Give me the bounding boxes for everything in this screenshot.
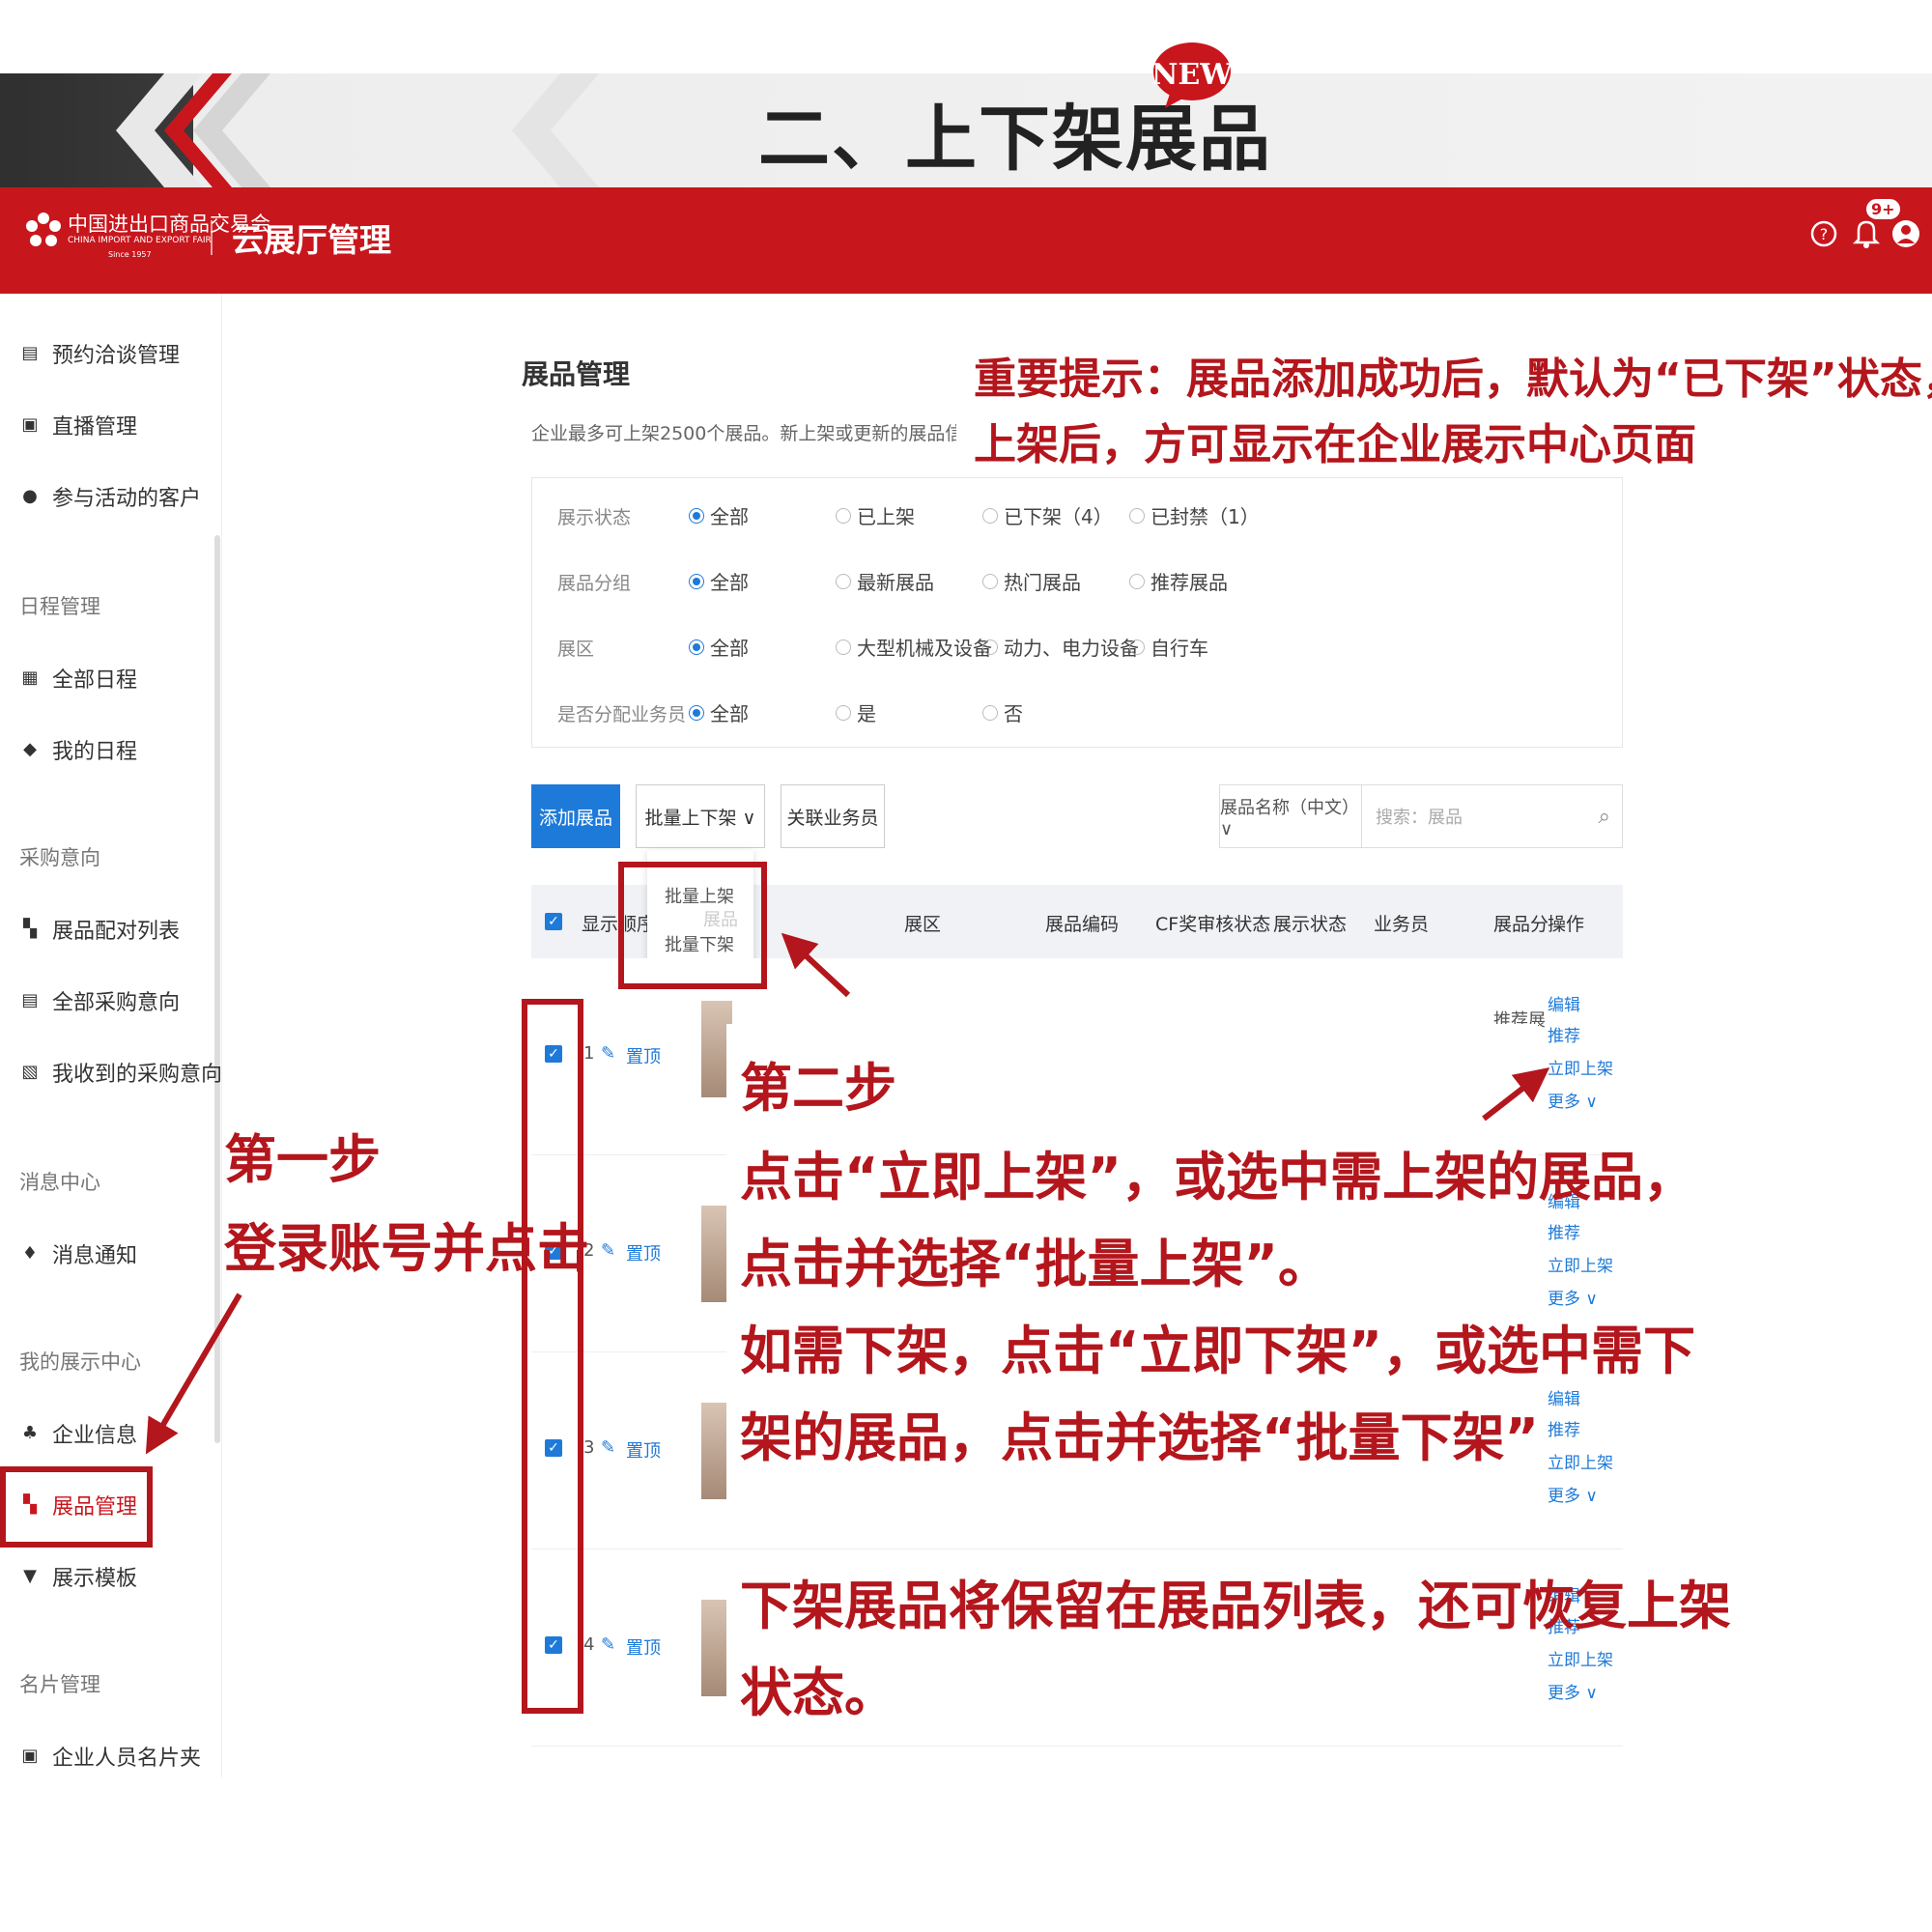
arrow-step1 [145,1293,242,1455]
annotation-arrows [145,932,1550,1455]
arrow-dropdown [781,932,851,998]
arrow-shelve-now [1482,1066,1550,1122]
tutorial-slide: { "slide": { "title": "二、上下架展品", "new_ba… [0,0,1932,1932]
